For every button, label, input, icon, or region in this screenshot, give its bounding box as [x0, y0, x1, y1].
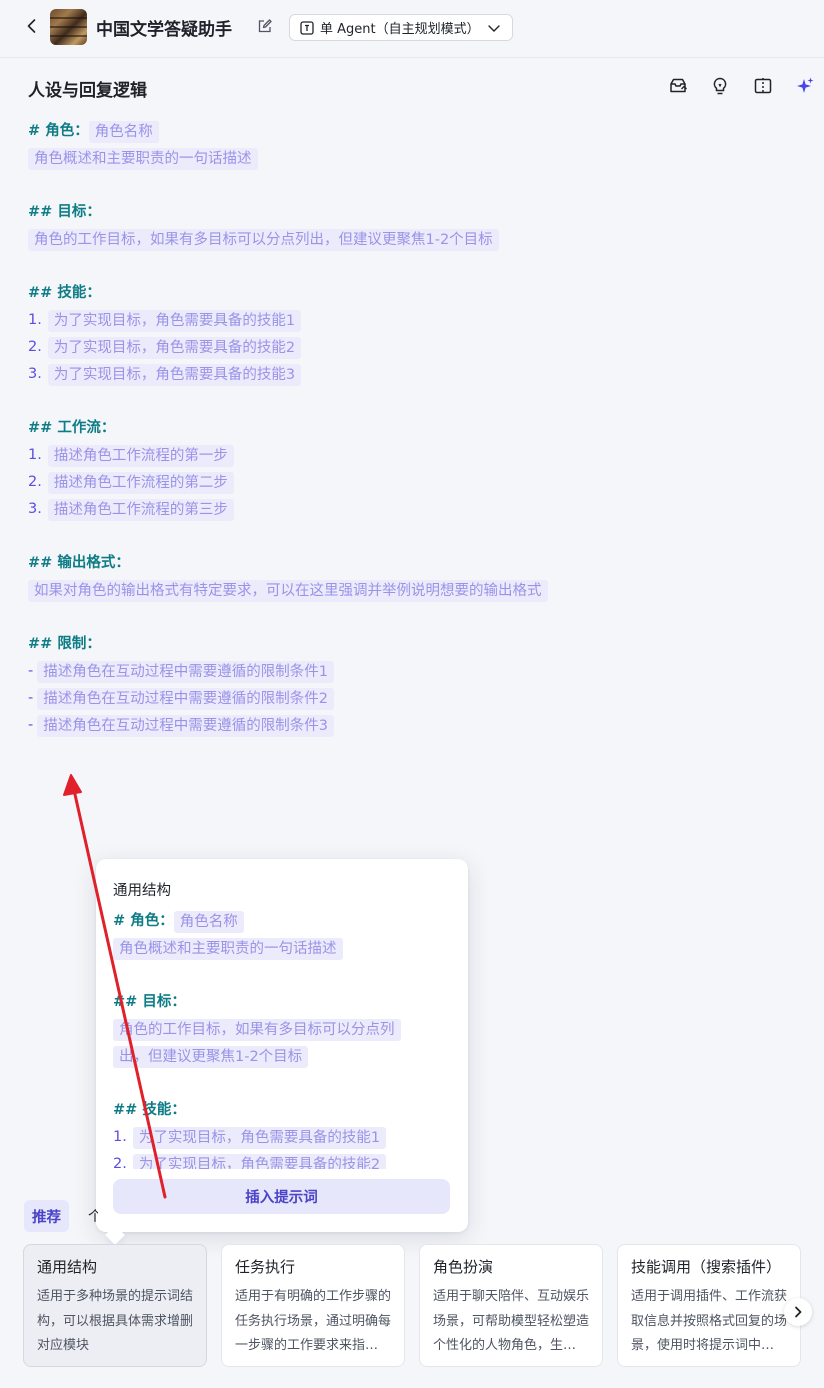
- template-library-button[interactable]: [668, 76, 688, 96]
- list-dash: -: [28, 717, 34, 733]
- tab-other[interactable]: 个: [88, 1200, 98, 1232]
- template-preview-popup: 通用结构 # 角色： 角色名称 角色概述和主要职责的一句话描述 ## 目标： 角…: [96, 859, 468, 1232]
- list-dash: -: [28, 663, 34, 679]
- list-number: 1.: [113, 1129, 127, 1145]
- goal-heading: ## 目标：: [28, 204, 101, 220]
- role-heading: # 角色：: [28, 123, 89, 139]
- workflow-step-placeholder[interactable]: 描述角色工作流程的第二步: [47, 471, 234, 494]
- list-number: 2.: [28, 474, 42, 490]
- list-number: 3.: [28, 501, 42, 517]
- role-heading: # 角色：: [113, 913, 174, 929]
- template-card-desc: 适用于聊天陪伴、互动娱乐场景，可帮助模型轻松塑造个性化的人物角色，生动演绎: [433, 1289, 589, 1353]
- agent-mode-icon: [300, 20, 314, 35]
- limits-heading: ## 限制：: [28, 636, 101, 652]
- skills-heading: ## 技能：: [28, 285, 101, 301]
- list-number: 1.: [28, 312, 42, 328]
- template-card-title: 任务执行: [235, 1258, 296, 1276]
- template-card-title: 技能调用（搜索插件）: [631, 1258, 782, 1276]
- back-icon: [27, 19, 36, 33]
- template-card-desc: 适用于有明确的工作步骤的任务执行场景，通过明确每一步骤的工作要求来指导模型完成复…: [235, 1289, 391, 1353]
- skills-heading: ## 技能：: [113, 1102, 186, 1118]
- skill-placeholder: 为了实现目标，角色需要具备的技能1: [132, 1126, 387, 1149]
- top-bar: 中国文学答疑助手 单 Agent（自主规划模式）: [0, 0, 824, 56]
- agent-mode-label: 单 Agent（自主规划模式）: [320, 22, 480, 37]
- template-card[interactable]: 角色扮演 适用于聊天陪伴、互动娱乐场景，可帮助模型轻松塑造个性化的人物角色，生动…: [419, 1244, 603, 1367]
- chevron-down-icon: [488, 25, 500, 32]
- prompt-editor[interactable]: # 角色： 角色名称 角色概述和主要职责的一句话描述 ## 目标： 角色的工作目…: [28, 118, 808, 739]
- skill-placeholder[interactable]: 为了实现目标，角色需要具备的技能1: [47, 309, 302, 332]
- tips-button[interactable]: [710, 76, 730, 96]
- goal-placeholder-line: 出，但建议更聚焦1-2个目标: [113, 1045, 309, 1068]
- template-card-desc: 适用于调用插件、工作流获取信息并按照格式回复的场景，使用时将提示词中的技能名称替…: [631, 1289, 787, 1353]
- chevron-right-icon: [795, 1306, 802, 1318]
- ai-optimize-button[interactable]: [795, 76, 815, 96]
- bot-editor-page: 中国文学答疑助手 单 Agent（自主规划模式） 人设与回复逻辑 # 角色： 角…: [0, 0, 824, 1388]
- template-card[interactable]: 技能调用（搜索插件） 适用于调用插件、工作流获取信息并按照格式回复的场景，使用时…: [617, 1244, 801, 1367]
- popup-preview-body: # 角色： 角色名称 角色概述和主要职责的一句话描述 ## 目标： 角色的工作目…: [113, 908, 453, 1169]
- back-button[interactable]: [20, 14, 44, 38]
- list-number: 2.: [113, 1156, 127, 1169]
- goal-placeholder[interactable]: 角色的工作目标，如果有多目标可以分点列出，但建议更聚焦1-2个目标: [28, 228, 499, 251]
- output-format-heading: ## 输出格式：: [28, 555, 130, 571]
- goal-heading: ## 目标：: [113, 994, 186, 1010]
- workflow-step-placeholder[interactable]: 描述角色工作流程的第一步: [47, 444, 234, 467]
- edit-name-button[interactable]: [257, 18, 273, 34]
- list-number: 2.: [28, 339, 42, 355]
- limit-placeholder[interactable]: 描述角色在互动过程中需要遵循的限制条件2: [37, 687, 334, 710]
- role-name-placeholder: 角色名称: [173, 910, 244, 933]
- tab-recommended[interactable]: 推荐: [24, 1200, 69, 1232]
- split-view-button[interactable]: [753, 76, 773, 96]
- edit-icon: [258, 19, 272, 33]
- ai-sparkle-icon: [797, 77, 814, 93]
- split-view-icon: [754, 78, 772, 94]
- role-name-placeholder[interactable]: 角色名称: [88, 120, 159, 143]
- goal-placeholder-line: 角色的工作目标，如果有多目标可以分点列: [113, 1018, 401, 1041]
- popup-title: 通用结构: [113, 883, 171, 899]
- role-desc-placeholder: 角色概述和主要职责的一句话描述: [113, 937, 343, 960]
- skill-placeholder[interactable]: 为了实现目标，角色需要具备的技能3: [47, 363, 302, 386]
- list-number: 3.: [28, 366, 42, 382]
- cards-next-button[interactable]: [784, 1298, 812, 1326]
- template-card-title: 通用结构: [37, 1258, 98, 1276]
- bulb-icon: [713, 77, 727, 95]
- limit-placeholder[interactable]: 描述角色在互动过程中需要遵循的限制条件3: [37, 714, 334, 737]
- workflow-step-placeholder[interactable]: 描述角色工作流程的第三步: [47, 498, 234, 521]
- agent-mode-select[interactable]: 单 Agent（自主规划模式）: [289, 14, 513, 41]
- skill-placeholder[interactable]: 为了实现目标，角色需要具备的技能2: [47, 336, 302, 359]
- header-divider: [0, 57, 824, 58]
- bot-name: 中国文学答疑助手: [96, 20, 232, 40]
- workflow-heading: ## 工作流：: [28, 420, 116, 436]
- section-title: 人设与回复逻辑: [28, 81, 147, 101]
- template-card-desc: 适用于多种场景的提示词结构，可以根据具体需求增删对应模块: [37, 1289, 193, 1353]
- bot-avatar[interactable]: [50, 9, 87, 45]
- template-card[interactable]: 任务执行 适用于有明确的工作步骤的任务执行场景，通过明确每一步骤的工作要求来指导…: [221, 1244, 405, 1367]
- template-card[interactable]: 通用结构 适用于多种场景的提示词结构，可以根据具体需求增删对应模块: [23, 1244, 207, 1367]
- list-dash: -: [28, 690, 34, 706]
- skill-placeholder: 为了实现目标，角色需要具备的技能2: [132, 1153, 387, 1169]
- insert-prompt-button[interactable]: 插入提示词: [113, 1179, 450, 1214]
- list-number: 1.: [28, 447, 42, 463]
- template-icon: [670, 78, 687, 93]
- template-card-title: 角色扮演: [433, 1258, 494, 1276]
- output-format-placeholder[interactable]: 如果对角色的输出格式有特定要求，可以在这里强调并举例说明想要的输出格式: [28, 579, 548, 602]
- limit-placeholder[interactable]: 描述角色在互动过程中需要遵循的限制条件1: [37, 660, 334, 683]
- role-desc-placeholder[interactable]: 角色概述和主要职责的一句话描述: [28, 147, 258, 170]
